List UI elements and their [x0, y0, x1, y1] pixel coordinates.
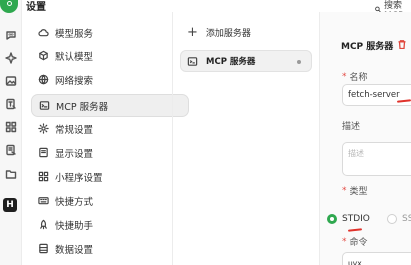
nav-item-quick-assistant[interactable]: 快捷助手	[31, 213, 189, 236]
database-icon	[37, 243, 49, 255]
nav-item-web-search[interactable]: 网络搜索	[31, 68, 189, 91]
type-label: * 类型	[342, 185, 368, 198]
folder-icon[interactable]	[4, 167, 17, 180]
command-input[interactable]: uvx	[342, 252, 411, 265]
image-icon[interactable]	[4, 74, 17, 87]
nav-item-data-settings[interactable]: 数据设置	[31, 237, 189, 260]
gear-icon	[37, 123, 49, 135]
nav-item-general-settings[interactable]: 常规设置	[31, 117, 189, 140]
delete-icon[interactable]	[398, 39, 406, 52]
server-list-panel: + 添加服务器 MCP 服务器	[172, 12, 320, 265]
apps-icon[interactable]	[4, 120, 17, 133]
terminal-icon	[187, 56, 198, 66]
add-server-label: 添加服务器	[205, 29, 251, 39]
required-mark: *	[342, 71, 347, 82]
nav-item-model-service[interactable]: 模型服务	[31, 21, 189, 44]
command-label: * 命令	[342, 236, 368, 249]
app-sidebar: H	[0, 0, 22, 265]
server-list-item[interactable]: MCP 服务器	[180, 50, 312, 72]
window-header: 设置 搜索 MCP	[22, 0, 411, 21]
nav-item-default-model[interactable]: 默认模型	[31, 44, 189, 67]
grid-icon	[37, 171, 49, 183]
status-dot	[297, 60, 301, 64]
h-logo-icon[interactable]: H	[3, 198, 17, 212]
terminal-icon	[38, 100, 50, 112]
cloud-icon	[37, 27, 49, 39]
sparkle-icon[interactable]	[4, 51, 17, 64]
knowledge-icon[interactable]	[4, 143, 17, 156]
type-stdio-radio[interactable]: STDIO	[327, 214, 370, 224]
nav-item-shortcuts[interactable]: 快捷方式	[31, 189, 189, 212]
chat-icon[interactable]	[4, 28, 17, 41]
annotation-underline	[347, 228, 363, 232]
globe-icon	[37, 74, 49, 86]
add-server-button[interactable]: + 添加服务器	[187, 24, 251, 40]
nav-item-display-settings[interactable]: 显示设置	[31, 141, 189, 164]
server-name: MCP 服务器	[206, 57, 256, 67]
settings-nav: 模型服务 默认模型 网络搜索 MCP 服务器 常规设置 显示设置 小程序设置 快…	[22, 12, 189, 265]
rocket-icon	[37, 219, 49, 231]
radio-circle	[327, 214, 337, 224]
cube-icon	[37, 50, 49, 62]
required-mark: *	[342, 236, 347, 247]
nav-item-miniapp-settings[interactable]: 小程序设置	[31, 165, 189, 188]
keyboard-icon	[37, 195, 49, 207]
monitor-icon	[37, 147, 49, 159]
radio-circle	[387, 214, 397, 224]
plus-icon: +	[187, 24, 198, 40]
description-input[interactable]: 描述	[342, 142, 411, 176]
type-sse-radio[interactable]: SS	[387, 214, 411, 224]
editor-title: MCP 服务器	[341, 39, 406, 52]
name-input[interactable]: fetch-server	[342, 84, 411, 106]
required-mark: *	[342, 185, 347, 196]
translate-icon[interactable]	[4, 97, 17, 110]
nav-item-mcp-server[interactable]: MCP 服务器	[31, 94, 189, 117]
server-edit-panel: MCP 服务器 * 名称 fetch-server 描述 描述 * 类型 STD…	[320, 12, 411, 265]
description-label: 描述	[342, 122, 361, 132]
avatar[interactable]	[0, 0, 18, 13]
name-label: * 名称	[342, 71, 368, 84]
